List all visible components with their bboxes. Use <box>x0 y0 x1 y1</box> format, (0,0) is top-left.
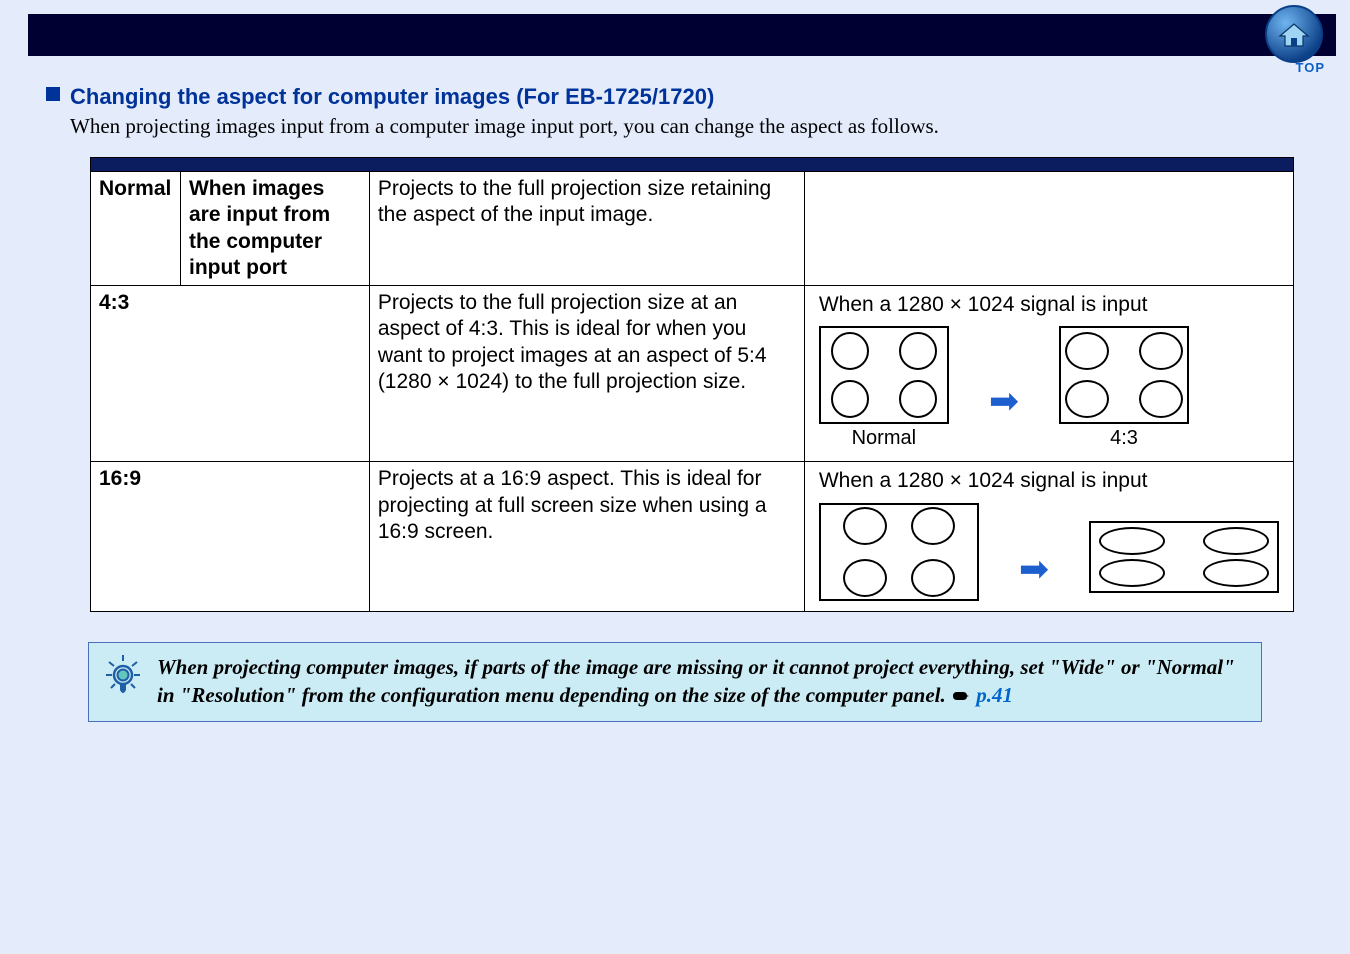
aspect-table-wrap: Normal When images are input from the co… <box>90 157 1294 612</box>
diagram-label: 4:3 <box>1059 426 1189 451</box>
cell-mode-name: 16:9 <box>91 462 370 611</box>
tip-callout: When projecting computer images, if part… <box>88 642 1262 723</box>
diagram-label: Normal <box>819 426 949 451</box>
projection-normal-diagram <box>819 503 979 601</box>
section-title-row: Changing the aspect for computer images … <box>46 84 1304 110</box>
cell-visual <box>804 172 1293 286</box>
table-row: 16:9 Projects at a 16:9 aspect. This is … <box>91 462 1294 611</box>
table-header-band <box>90 157 1294 171</box>
cell-description: Projects at a 16:9 aspect. This is ideal… <box>369 462 804 611</box>
page-header: TOP <box>0 0 1350 62</box>
projection-43-diagram: 4:3 <box>1059 326 1189 451</box>
tip-text-body: When projecting computer images, if part… <box>157 655 1235 707</box>
cell-description: Projects to the full projection size at … <box>369 286 804 462</box>
top-home-icon[interactable] <box>1261 4 1327 70</box>
section-heading: Changing the aspect for computer images … <box>70 84 714 110</box>
cell-condition: When images are input from the computer … <box>180 172 369 286</box>
cell-mode-name: Normal <box>91 172 181 286</box>
arrow-right-icon: ➡ <box>989 383 1019 419</box>
cell-visual: When a 1280 × 1024 signal is input <box>804 462 1293 611</box>
aspect-table: Normal When images are input from the co… <box>90 171 1294 612</box>
table-row: 4:3 Projects to the full projection size… <box>91 286 1294 462</box>
cell-visual: When a 1280 × 1024 signal is input Norma… <box>804 286 1293 462</box>
page-reference-link[interactable]: p.41 <box>976 683 1013 707</box>
header-dark-band <box>28 14 1336 56</box>
vis-caption: When a 1280 × 1024 signal is input <box>819 468 1279 494</box>
cell-description: Projects to the full projection size ret… <box>369 172 804 286</box>
vis-caption: When a 1280 × 1024 signal is input <box>819 292 1279 318</box>
table-row: Normal When images are input from the co… <box>91 172 1294 286</box>
projection-normal-diagram: Normal <box>819 326 949 451</box>
arrow-right-icon: ➡ <box>1019 551 1049 587</box>
cell-mode-name: 4:3 <box>91 286 370 462</box>
tip-text: When projecting computer images, if part… <box>157 653 1245 712</box>
pointer-hand-icon <box>951 683 971 711</box>
lightbulb-tip-icon <box>103 653 143 702</box>
square-bullet-icon <box>46 87 60 101</box>
projection-169-diagram <box>1089 511 1279 593</box>
section-intro-text: When projecting images input from a comp… <box>70 114 1304 139</box>
